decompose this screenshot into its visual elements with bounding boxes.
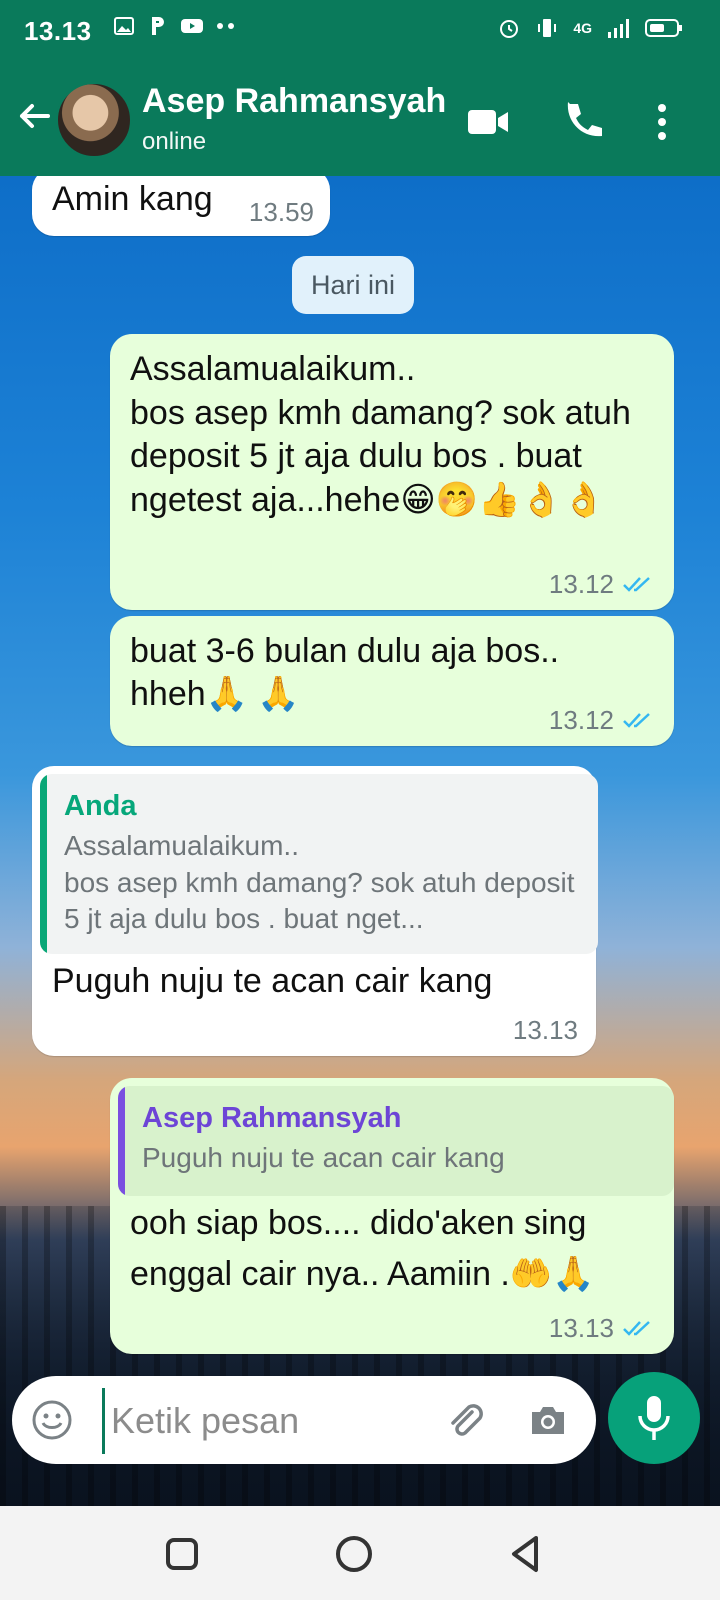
message-incoming[interactable]: Anda Assalamualaikum.. bos asep kmh dama… [32, 766, 598, 1056]
notification-icons [112, 14, 238, 38]
attach-icon[interactable] [442, 1398, 486, 1442]
back-arrow-icon[interactable] [12, 94, 56, 138]
date-pill: Hari ini [292, 256, 414, 314]
message-time: 13.12 [548, 568, 614, 599]
contact-name[interactable]: Asep Rahmansyah [142, 82, 446, 121]
alarm-icon [500, 20, 519, 38]
quoted-sender: Anda [64, 790, 137, 822]
status-bar: 13.13 4G [0, 0, 720, 64]
vibrate-icon [538, 19, 557, 37]
quoted-sender: Asep Rahmansyah [142, 1102, 402, 1134]
message-outgoing[interactable]: Assalamualaikum.. bos asep kmh damang? s… [110, 334, 674, 610]
youtube-icon [181, 19, 203, 33]
message-composer [12, 1376, 596, 1464]
message-time: 13.12 [548, 704, 614, 735]
emoji-icon[interactable] [30, 1398, 74, 1442]
message-time: 13.59 [248, 196, 314, 227]
message-time: 13.13 [512, 1014, 578, 1045]
message-text: Puguh nuju te acan cair kang [52, 962, 493, 1000]
quoted-text: Puguh nuju te acan cair kang [142, 1142, 505, 1174]
message-outgoing[interactable]: Asep Rahmansyah Puguh nuju te acan cair … [110, 1078, 674, 1354]
gallery-icon [114, 17, 134, 35]
quoted-message[interactable]: Anda Assalamualaikum.. bos asep kmh dama… [40, 774, 598, 954]
quoted-message[interactable]: Asep Rahmansyah Puguh nuju te acan cair … [118, 1086, 674, 1196]
more-notifications-icon [217, 23, 234, 29]
read-ticks-icon [623, 576, 650, 592]
message-text: buat 3-6 bulan dulu aja bos.. hheh🙏 🙏 [130, 632, 569, 713]
network-type-label: 4G [573, 20, 592, 36]
microphone-icon [638, 1396, 670, 1440]
message-outgoing[interactable]: buat 3-6 bulan dulu aja bos.. hheh🙏 🙏 13… [110, 616, 674, 746]
mic-button[interactable] [608, 1372, 700, 1464]
contact-status: online [142, 128, 207, 155]
signal-icon [608, 19, 629, 38]
chat-header: Asep Rahmansyah online [0, 64, 720, 176]
parking-icon [152, 17, 164, 35]
message-meta: 13.12 [549, 704, 656, 737]
message-text: Assalamualaikum.. bos asep kmh damang? s… [130, 350, 631, 519]
message-time: 13.13 [548, 1312, 614, 1343]
more-options-icon[interactable] [640, 100, 684, 144]
system-icons: 4G [497, 16, 684, 40]
avatar[interactable] [56, 82, 132, 158]
status-time: 13.13 [24, 16, 92, 46]
message-meta: 13.12 [549, 568, 656, 601]
message-text: Amin kang [52, 180, 213, 218]
recent-apps-icon[interactable] [158, 1530, 206, 1578]
message-meta: 13.13 [513, 1014, 578, 1047]
voice-call-icon[interactable] [560, 100, 604, 144]
message-input[interactable] [102, 1388, 433, 1454]
chat-area[interactable]: Amin kang 13.59 Hari ini Assalamualaikum… [0, 176, 720, 1506]
system-navigation-bar [0, 1506, 720, 1600]
message-meta: 13.13 [549, 1312, 656, 1345]
read-ticks-icon [623, 712, 650, 728]
battery-icon [645, 19, 682, 37]
message-incoming[interactable]: Amin kang 13.59 [32, 176, 330, 236]
quoted-text: Assalamualaikum.. bos asep kmh damang? s… [64, 830, 575, 935]
back-nav-icon[interactable] [502, 1530, 550, 1578]
camera-icon[interactable] [526, 1398, 570, 1442]
message-text: ooh siap bos.... dido'aken sing enggal c… [130, 1204, 596, 1293]
home-icon[interactable] [330, 1530, 378, 1578]
video-call-icon[interactable] [466, 100, 510, 144]
read-ticks-icon [623, 1320, 650, 1336]
